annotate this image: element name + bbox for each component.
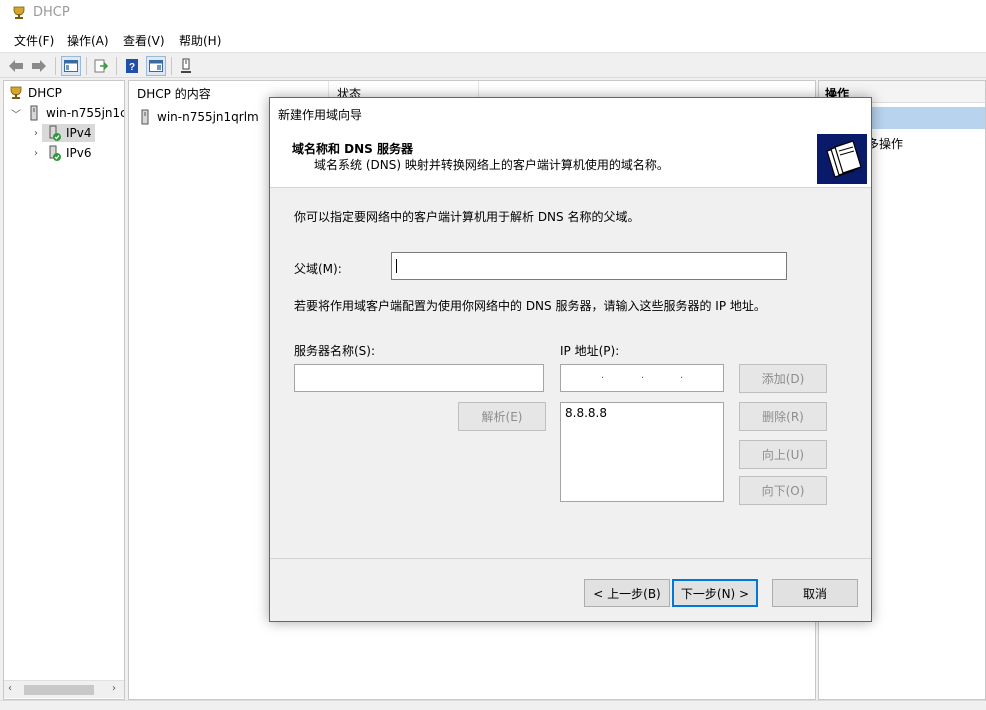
resolve-button[interactable]: 解析(E)	[458, 402, 546, 431]
dns-server-ip-list[interactable]: 8.8.8.8	[560, 402, 724, 502]
window-title: DHCP	[33, 5, 70, 20]
properties-icon[interactable]	[146, 56, 166, 76]
list-item[interactable]: 8.8.8.8	[565, 406, 607, 420]
menu-help[interactable]: 帮助(H)	[179, 32, 221, 49]
tree-item-label: win-n755jn1c	[46, 106, 125, 120]
chevron-down-icon[interactable]: ﹀	[10, 106, 22, 121]
back-arrow-icon[interactable]	[6, 56, 26, 76]
next-button[interactable]: 下一步(N) >	[672, 579, 758, 607]
export-list-icon[interactable]	[91, 56, 111, 76]
tree-item-ipv4[interactable]: › IPv4	[30, 123, 95, 143]
dialog-title: 新建作用域向导	[278, 108, 363, 122]
status-bar	[0, 700, 986, 710]
menu-action[interactable]: 操作(A)	[67, 32, 109, 49]
tree-item-label: IPv4	[66, 126, 92, 140]
server-icon	[26, 105, 42, 121]
cancel-button[interactable]: 取消	[772, 579, 858, 607]
ipv4-scope-icon	[46, 125, 62, 141]
parent-domain-label: 父域(M):	[294, 262, 342, 276]
toolbar: ?	[0, 52, 986, 78]
dhcp-icon	[8, 85, 24, 101]
move-down-button[interactable]: 向下(O)	[739, 476, 827, 505]
forward-arrow-icon[interactable]	[29, 56, 49, 76]
menu-file[interactable]: 文件(F)	[14, 32, 54, 49]
scroll-left-icon[interactable]: ‹	[8, 683, 12, 694]
list-item[interactable]: win-n755jn1qrlm	[137, 109, 259, 125]
console-tree-pane: DHCP ﹀ win-n755jn1c › IPv4 › IPv6	[3, 80, 125, 700]
tree-item-ipv6[interactable]: › IPv6	[30, 143, 92, 163]
dhcp-app-icon	[11, 5, 27, 21]
wizard-step-title: 域名称和 DNS 服务器	[292, 142, 414, 156]
back-button[interactable]: < 上一步(B)	[584, 579, 670, 607]
list-item-label: win-n755jn1qrlm	[157, 110, 259, 124]
scrollbar-thumb[interactable]	[24, 685, 94, 695]
show-hide-console-tree-icon[interactable]	[61, 56, 81, 76]
tree-item-label: IPv6	[66, 146, 92, 160]
dialog-separator	[270, 558, 871, 559]
parent-domain-input[interactable]	[391, 252, 787, 280]
server-name-input[interactable]	[294, 364, 544, 392]
server-icon	[137, 109, 153, 125]
remove-button[interactable]: 删除(R)	[739, 402, 827, 431]
new-scope-wizard-dialog: 新建作用域向导 域名称和 DNS 服务器 域名系统 (DNS) 映射并转换网络上…	[269, 97, 872, 622]
tree-item-server[interactable]: ﹀ win-n755jn1c	[10, 103, 125, 123]
svg-text:?: ?	[129, 62, 135, 73]
wizard-header: 域名称和 DNS 服务器 域名系统 (DNS) 映射并转换网络上的客户端计算机使…	[270, 128, 871, 188]
tree-item-dhcp-root[interactable]: DHCP	[6, 83, 62, 103]
wizard-step-subtitle: 域名系统 (DNS) 映射并转换网络上的客户端计算机使用的域名称。	[314, 158, 669, 172]
intro-text: 你可以指定要网络中的客户端计算机用于解析 DNS 名称的父域。	[294, 210, 640, 224]
dns-intro-text: 若要将作用域客户端配置为使用你网络中的 DNS 服务器，请输入这些服务器的 IP…	[294, 299, 766, 313]
tree-item-label: DHCP	[28, 86, 62, 100]
wizard-folders-icon	[817, 134, 867, 184]
menu-bar: 文件(F) 操作(A) 查看(V) 帮助(H)	[0, 28, 986, 52]
server-icon[interactable]	[176, 56, 196, 76]
server-name-label: 服务器名称(S):	[294, 344, 376, 358]
tree-horizontal-scrollbar[interactable]: ‹ ›	[4, 680, 124, 698]
help-icon[interactable]: ?	[122, 56, 142, 76]
ip-address-input[interactable]: · · ·	[560, 364, 724, 392]
window-titlebar: DHCP	[0, 0, 986, 28]
ipv6-scope-icon	[46, 145, 62, 161]
menu-view[interactable]: 查看(V)	[123, 32, 165, 49]
more-actions-link[interactable]: 多操作	[867, 135, 903, 152]
move-up-button[interactable]: 向上(U)	[739, 440, 827, 469]
dialog-titlebar: 新建作用域向导	[270, 98, 871, 128]
chevron-right-icon[interactable]: ›	[30, 148, 42, 159]
text-caret	[396, 259, 397, 273]
chevron-right-icon[interactable]: ›	[30, 128, 42, 139]
scroll-right-icon[interactable]: ›	[112, 683, 116, 694]
add-button[interactable]: 添加(D)	[739, 364, 827, 393]
ip-address-label: IP 地址(P):	[560, 344, 620, 358]
